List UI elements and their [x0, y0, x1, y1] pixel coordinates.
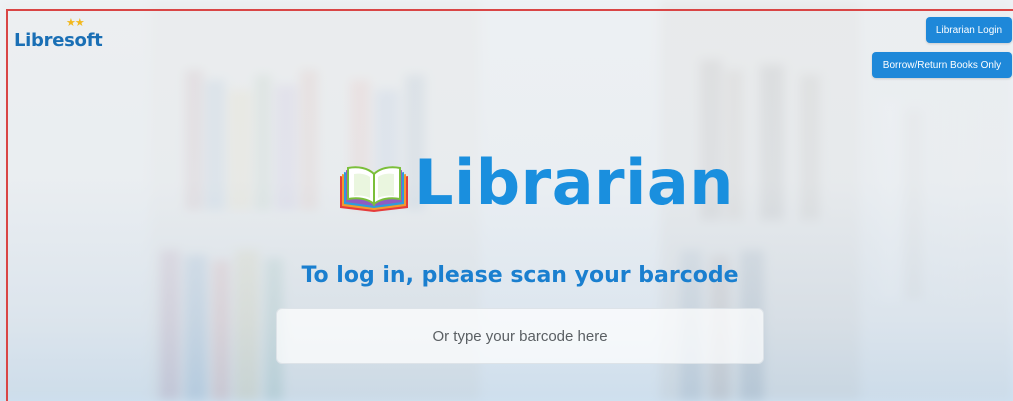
- logo-stars: ★★: [66, 16, 85, 29]
- open-book-icon: [340, 166, 408, 212]
- logo-text: Libresoft: [14, 30, 103, 51]
- app-brand: Librarian: [336, 152, 734, 214]
- login-page: ★★ Libresoft Librarian Login Borrow/Retu…: [0, 0, 1013, 401]
- barcode-input[interactable]: [276, 308, 764, 364]
- librarian-login-button[interactable]: Librarian Login: [926, 17, 1012, 43]
- app-title: Librarian: [414, 146, 734, 219]
- borrow-return-button[interactable]: Borrow/Return Books Only: [872, 52, 1012, 78]
- libresoft-logo: ★★ Libresoft: [14, 16, 103, 51]
- login-prompt: To log in, please scan your barcode: [301, 263, 739, 288]
